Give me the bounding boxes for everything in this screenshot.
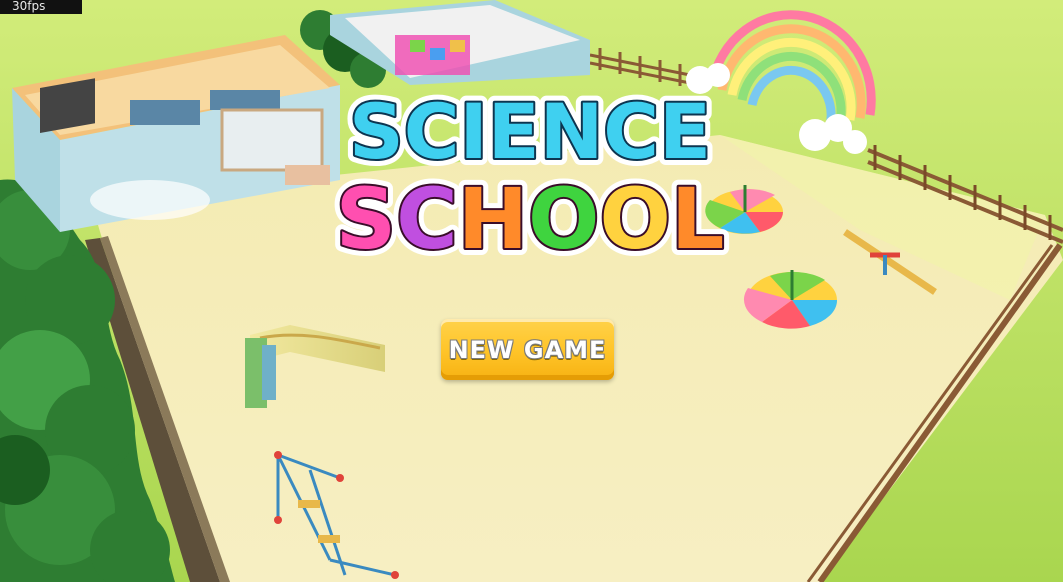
school-outline-s: S	[336, 170, 397, 268]
fps-counter: 30fps	[0, 0, 82, 14]
logo-line-school-outline: SCHOOL	[336, 170, 725, 268]
school-outline-h: H	[458, 170, 528, 268]
school-outline-o1: O	[528, 170, 599, 268]
school-outline-l: L	[671, 170, 725, 268]
logo-line-science-outline: SCIENCE	[349, 87, 711, 176]
school-outline-o2: O	[599, 170, 670, 268]
game-logo: SCIENCE SCIENCE SCHOOL SCHOOL	[330, 80, 730, 270]
school-outline-c: C	[396, 170, 458, 268]
new-game-button[interactable]: NEW GAME	[441, 319, 614, 380]
